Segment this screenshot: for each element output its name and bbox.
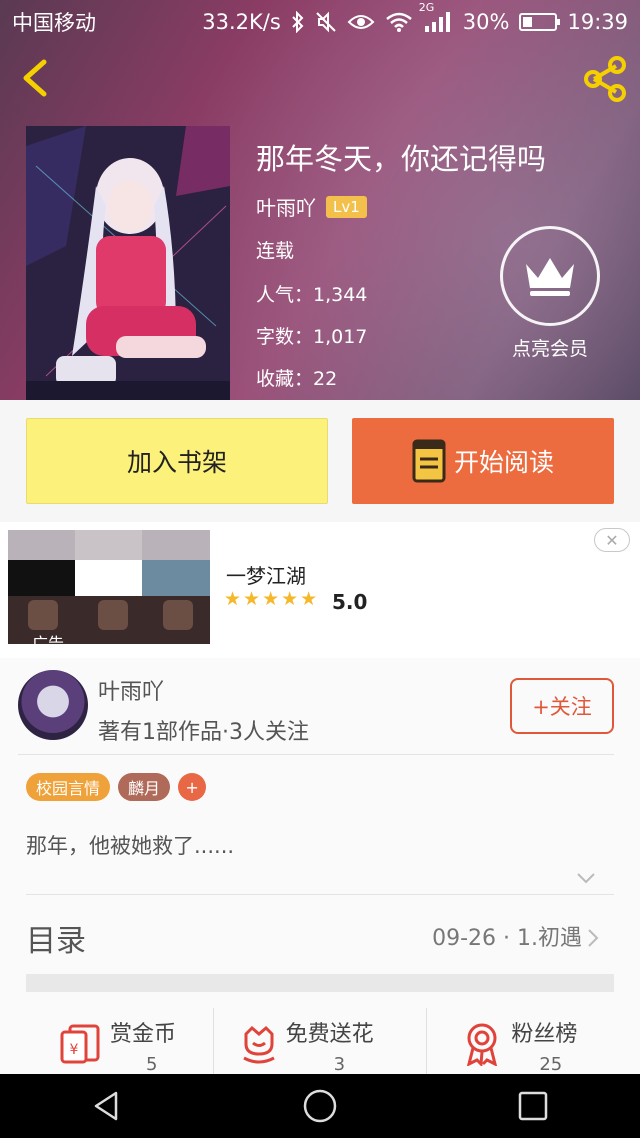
share-icon bbox=[584, 56, 626, 102]
battery-icon bbox=[519, 13, 561, 31]
author-name[interactable]: 叶雨吖 bbox=[98, 674, 164, 706]
book-icon bbox=[412, 439, 446, 483]
book-detail-section: 叶雨吖 著有1部作品·3人关注 +关注 校园言情 麟月 + 那年，他被她救了..… bbox=[0, 658, 640, 1078]
award-ribbon-icon bbox=[467, 1023, 498, 1066]
share-button[interactable] bbox=[580, 54, 630, 104]
square-recents-icon bbox=[519, 1091, 548, 1121]
carrier-label: 中国移动 bbox=[12, 11, 96, 35]
book-synopsis[interactable]: 那年，他被她救了...... bbox=[26, 830, 234, 860]
ad-image[interactable]: 广告 bbox=[8, 530, 210, 644]
chevron-down-icon[interactable] bbox=[576, 872, 596, 884]
send-flower-button[interactable]: 免费送花 3 bbox=[214, 1008, 428, 1078]
toc-latest-chapter[interactable]: 09-26 · 1.初遇 bbox=[432, 920, 582, 952]
ad-rating-value: 5.0 bbox=[332, 590, 368, 614]
network-type: 2G bbox=[418, 1, 435, 14]
network-speed: 33.2K/s bbox=[202, 10, 281, 34]
tag-custom[interactable]: 麟月 bbox=[118, 773, 171, 801]
bluetooth-icon bbox=[291, 11, 305, 33]
book-status: 连载 bbox=[256, 240, 295, 262]
wifi-icon bbox=[385, 11, 413, 33]
circle-home-icon bbox=[303, 1089, 337, 1123]
status-bar: 中国移动 33.2K/s 2G 30% 19:39 bbox=[0, 0, 640, 44]
reward-coins-label: 赏金币 bbox=[110, 1022, 177, 1047]
send-flower-count: 3 bbox=[333, 1054, 346, 1075]
reward-coins-count: 5 bbox=[146, 1054, 158, 1075]
system-navigation-bar bbox=[0, 1074, 640, 1138]
send-flower-label: 免费送花 bbox=[285, 1022, 374, 1047]
chevron-right-icon[interactable] bbox=[586, 928, 600, 948]
svg-text:¥: ¥ bbox=[70, 1042, 79, 1058]
book-title: 那年冬天，你还记得吗 bbox=[256, 142, 547, 176]
divider bbox=[18, 754, 614, 755]
crown-icon bbox=[526, 258, 574, 296]
ad-rating-stars: ★★★★★ bbox=[224, 588, 320, 610]
vip-button[interactable] bbox=[500, 226, 600, 326]
triangle-back-icon bbox=[94, 1091, 117, 1121]
fan-ranking-count: 25 bbox=[539, 1054, 563, 1075]
reward-coins-button[interactable]: ¥ 赏金币 5 bbox=[0, 1008, 214, 1078]
tag-genre[interactable]: 校园言情 bbox=[26, 773, 111, 801]
author-avatar[interactable] bbox=[18, 670, 88, 740]
battery-percent: 30% bbox=[462, 10, 510, 34]
book-favorites: 收藏：22 bbox=[256, 368, 338, 390]
ad-title[interactable]: 一梦江湖 bbox=[226, 560, 306, 589]
follow-label: +关注 bbox=[532, 695, 592, 719]
fan-ranking-label: 粉丝榜 bbox=[511, 1022, 578, 1047]
feature-row: ¥ 赏金币 5 免费送花 3 粉丝榜 25 bbox=[0, 1008, 640, 1078]
ad-mark: 广告 bbox=[32, 634, 65, 644]
add-to-shelf-button[interactable]: 加入书架 bbox=[26, 418, 328, 504]
mute-icon bbox=[315, 11, 337, 33]
ad-close-button[interactable]: ✕ bbox=[594, 528, 630, 552]
add-tag-button[interactable]: + bbox=[178, 773, 207, 801]
follow-button[interactable]: +关注 bbox=[510, 678, 614, 734]
signal-icon: 2G bbox=[419, 1, 453, 33]
add-to-shelf-label: 加入书架 bbox=[126, 448, 227, 477]
book-word-count: 字数：1,017 bbox=[256, 326, 368, 348]
back-button[interactable] bbox=[14, 56, 58, 100]
book-popularity: 人气：1,344 bbox=[256, 284, 368, 306]
ad-banner[interactable]: 广告 一梦江湖 ★★★★★ 5.0 ✕ bbox=[0, 522, 640, 658]
toc-title[interactable]: 目录 bbox=[26, 916, 86, 960]
eye-comfort-icon bbox=[347, 12, 375, 32]
nav-home-button[interactable] bbox=[300, 1086, 340, 1126]
red-envelope-icon: ¥ bbox=[60, 1024, 100, 1064]
tag-list: 校园言情 麟月 + bbox=[26, 773, 207, 801]
section-separator bbox=[26, 974, 614, 992]
nav-back-button[interactable] bbox=[87, 1086, 127, 1126]
chevron-left-icon bbox=[23, 59, 47, 97]
divider bbox=[26, 894, 614, 895]
book-author-name[interactable]: 叶雨吖 bbox=[256, 192, 316, 221]
vip-label[interactable]: 点亮会员 bbox=[500, 334, 600, 361]
book-author-row[interactable]: 叶雨吖 Lv1 bbox=[256, 192, 367, 221]
clock: 19:39 bbox=[567, 10, 628, 34]
book-cover-image[interactable] bbox=[26, 126, 230, 400]
flower-icon bbox=[242, 1025, 275, 1064]
start-reading-label: 开始阅读 bbox=[453, 448, 554, 477]
author-stats: 著有1部作品·3人关注 bbox=[98, 720, 309, 745]
fan-ranking-button[interactable]: 粉丝榜 25 bbox=[427, 1008, 640, 1078]
nav-recents-button[interactable] bbox=[513, 1086, 553, 1126]
author-level-badge: Lv1 bbox=[326, 195, 367, 218]
start-reading-button[interactable]: 开始阅读 bbox=[352, 418, 614, 504]
action-bar: 加入书架 开始阅读 bbox=[0, 400, 640, 522]
